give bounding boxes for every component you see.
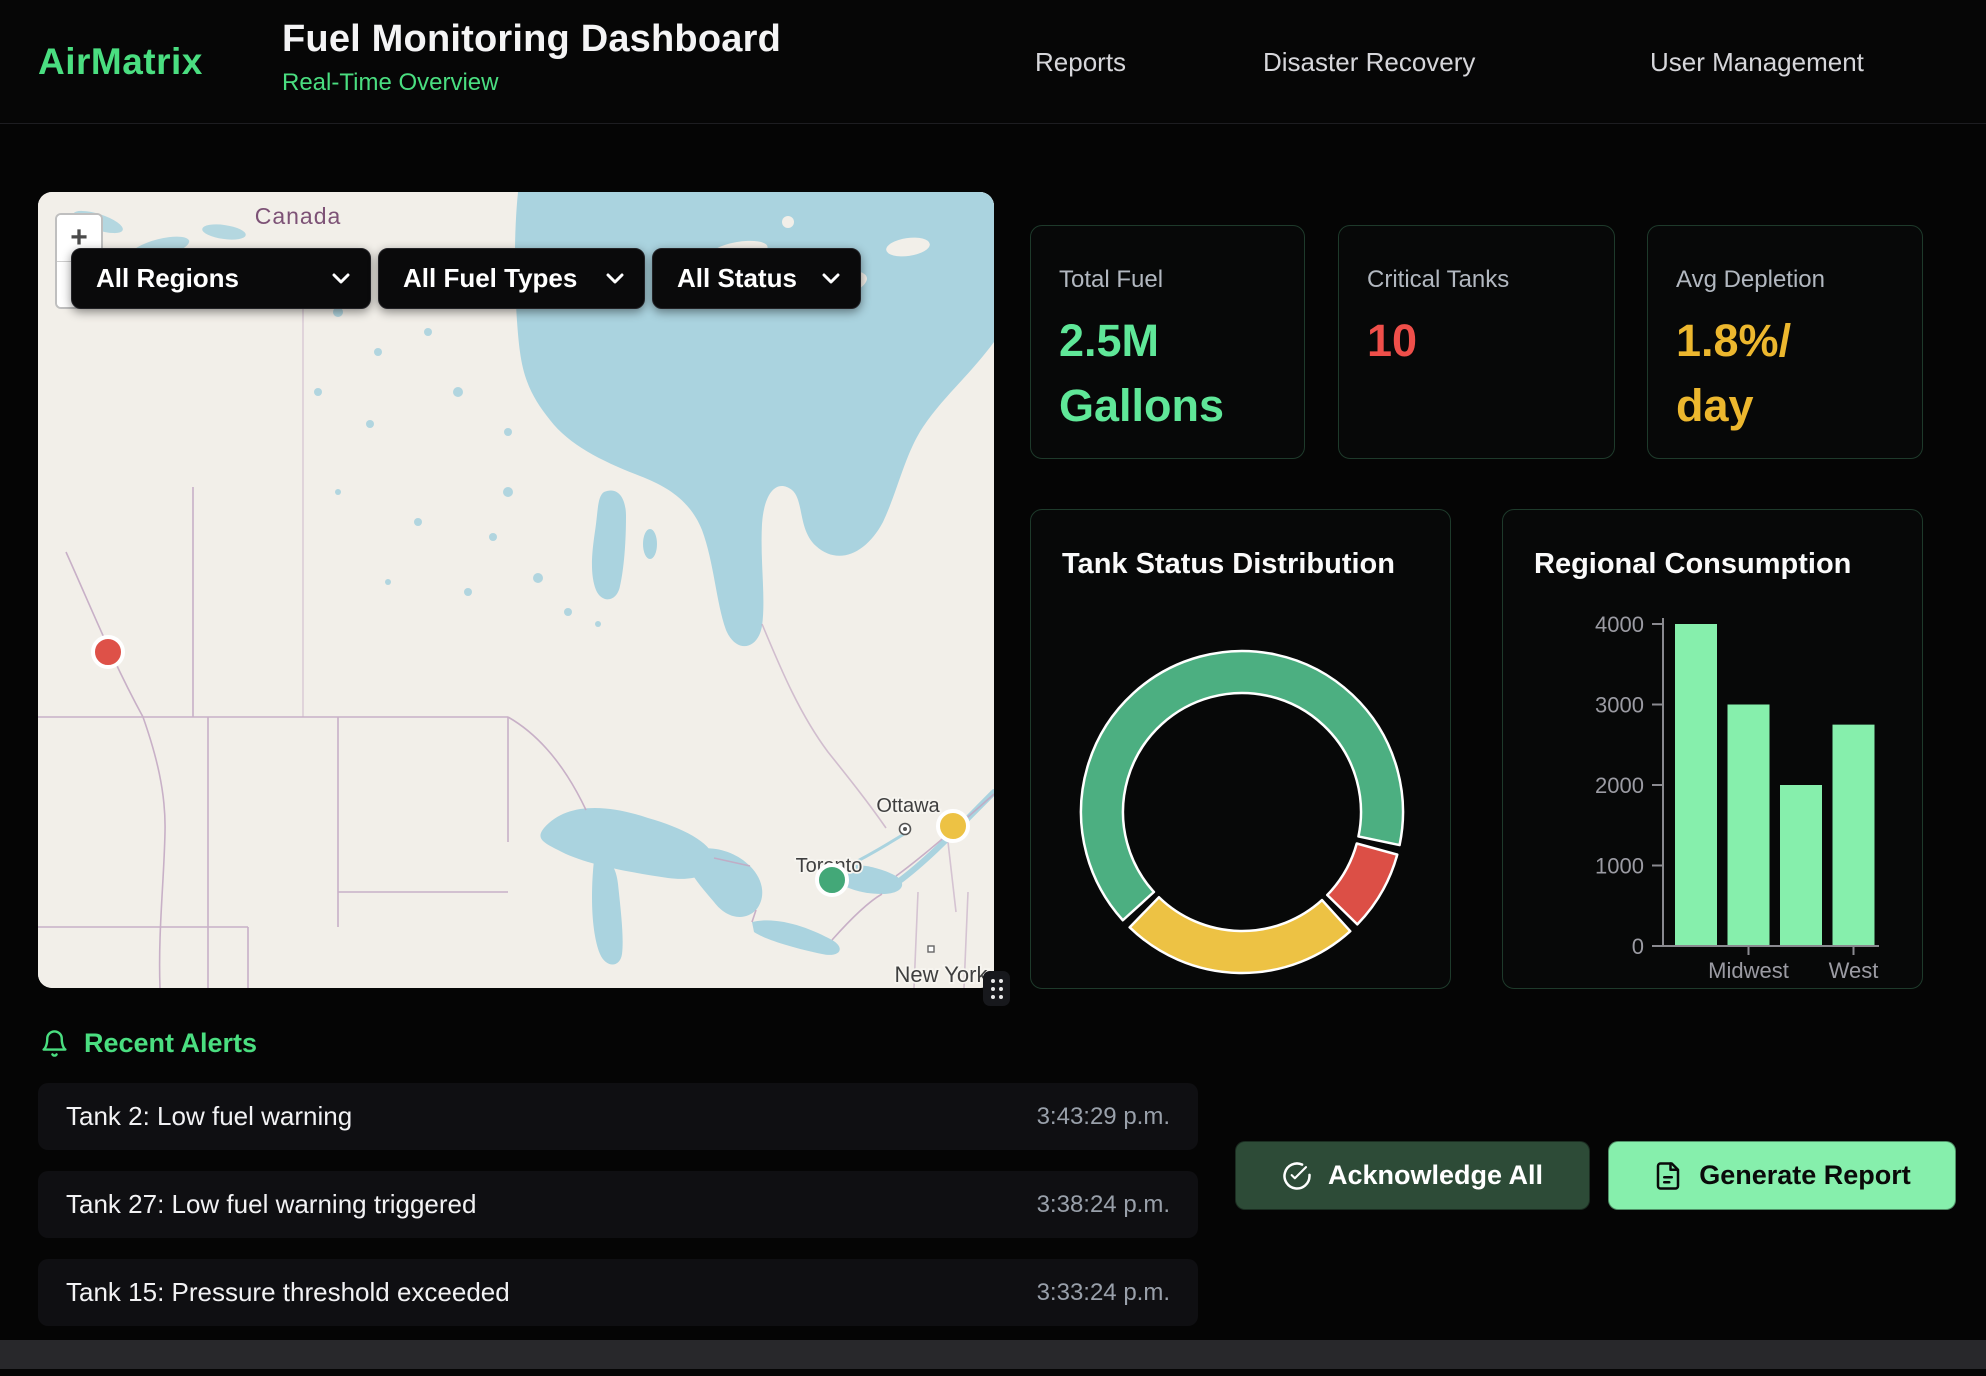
map-marker-normal[interactable] — [817, 865, 847, 895]
fuel-type-filter-select[interactable]: All Fuel Types — [378, 248, 645, 309]
nav-disaster-recovery[interactable]: Disaster Recovery — [1263, 0, 1475, 124]
alert-message: Tank 27: Low fuel warning triggered — [66, 1189, 476, 1220]
alert-message: Tank 15: Pressure threshold exceeded — [66, 1277, 510, 1308]
page-subtitle: Real-Time Overview — [282, 69, 781, 97]
map-panel: Canada Ottawa Toronto New York + − All R… — [38, 192, 994, 988]
app-header: AirMatrix Fuel Monitoring Dashboard Real… — [0, 0, 1986, 124]
donut-segment-critical — [1327, 844, 1397, 925]
bar-xtick-label: Midwest — [1708, 958, 1789, 983]
alert-message: Tank 2: Low fuel warning — [66, 1101, 352, 1132]
kpi-value: 10 — [1367, 308, 1545, 373]
title-block: Fuel Monitoring Dashboard Real-Time Over… — [282, 18, 781, 97]
check-circle-icon — [1282, 1161, 1312, 1191]
kpi-value: 1.8%/​day — [1676, 308, 1854, 439]
regional-consumption-chart-card: Regional Consumption 01000200030004000Mi… — [1502, 509, 1923, 989]
newyork-town-dot — [928, 946, 934, 952]
kpi-label: Total Fuel — [1059, 266, 1276, 294]
alert-timestamp: 3:33:24 p.m. — [1037, 1279, 1170, 1307]
kpi-value: 2.5M Gallons — [1059, 308, 1237, 439]
status-filter-value: All Status — [677, 263, 797, 294]
kpi-card-critical-tanks: Critical Tanks 10 — [1338, 225, 1615, 459]
map-marker-warning[interactable] — [938, 811, 968, 841]
ottawa-city-dot-core — [903, 827, 907, 831]
alert-row[interactable]: Tank 15: Pressure threshold exceeded 3:3… — [38, 1259, 1198, 1326]
bar-xtick-label: West — [1829, 958, 1879, 983]
horizontal-scrollbar-track[interactable] — [0, 1340, 1986, 1369]
region-filter-select[interactable]: All Regions — [71, 248, 371, 309]
region-filter-value: All Regions — [96, 263, 239, 294]
kpi-card-total-fuel: Total Fuel 2.5M Gallons — [1030, 225, 1305, 459]
map-label-ottawa: Ottawa — [876, 795, 940, 817]
app-logo[interactable]: AirMatrix — [38, 0, 203, 124]
chevron-down-icon — [606, 273, 624, 285]
bar-region-1 — [1728, 705, 1770, 947]
alert-timestamp: 3:43:29 p.m. — [1037, 1103, 1170, 1131]
chevron-down-icon — [332, 273, 350, 285]
bar-region-0 — [1675, 624, 1717, 946]
kpi-card-avg-depletion: Avg Depletion 1.8%/​day — [1647, 225, 1923, 459]
map-label-newyork: New York — [895, 962, 989, 987]
acknowledge-all-button[interactable]: Acknowledge All — [1235, 1141, 1590, 1210]
alerts-header: Recent Alerts — [40, 1028, 257, 1059]
nav-user-management[interactable]: User Management — [1650, 0, 1864, 124]
donut-segment-warning — [1130, 897, 1351, 973]
kpi-label: Avg Depletion — [1676, 266, 1894, 294]
alert-row[interactable]: Tank 27: Low fuel warning triggered 3:38… — [38, 1171, 1198, 1238]
alert-row[interactable]: Tank 2: Low fuel warning 3:43:29 p.m. — [38, 1083, 1198, 1150]
donut-chart — [1031, 510, 1452, 990]
file-text-icon — [1653, 1161, 1683, 1191]
kpi-label: Critical Tanks — [1367, 266, 1586, 294]
bar-ytick-label: 3000 — [1595, 693, 1644, 718]
fuel-monitoring-dashboard: AirMatrix Fuel Monitoring Dashboard Real… — [0, 0, 1986, 1376]
chevron-down-icon — [822, 273, 840, 285]
generate-report-button[interactable]: Generate Report — [1608, 1141, 1956, 1210]
bar-ytick-label: 0 — [1632, 934, 1644, 959]
map-canvas[interactable]: Canada Ottawa Toronto New York — [38, 192, 994, 988]
alerts-title: Recent Alerts — [84, 1028, 257, 1059]
alert-timestamp: 3:38:24 p.m. — [1037, 1191, 1170, 1219]
map-resize-handle[interactable] — [983, 971, 1010, 1006]
bar-ytick-label: 4000 — [1595, 612, 1644, 637]
page-title: Fuel Monitoring Dashboard — [282, 18, 781, 61]
fuel-type-filter-value: All Fuel Types — [403, 263, 577, 294]
acknowledge-all-label: Acknowledge All — [1328, 1160, 1543, 1191]
bar-chart: 0 1000 2000 3000 4000 Midwest West — [1503, 510, 1924, 990]
bar-region-2 — [1780, 785, 1822, 946]
nav-reports[interactable]: Reports — [1035, 0, 1126, 124]
bar-ytick-label: 1000 — [1595, 854, 1644, 879]
status-filter-select[interactable]: All Status — [652, 248, 861, 309]
generate-report-label: Generate Report — [1699, 1160, 1911, 1191]
map-filter-bar: All Regions All Fuel Types All Status — [71, 248, 861, 309]
map-svg: Canada Ottawa Toronto New York — [38, 192, 994, 988]
map-marker-critical[interactable] — [93, 637, 123, 667]
bell-icon — [40, 1029, 69, 1058]
tank-status-chart-card: Tank Status Distribution — [1030, 509, 1451, 989]
bar-region-3 — [1833, 725, 1875, 946]
bar-ytick-label: 2000 — [1595, 773, 1644, 798]
map-label-canada: Canada — [255, 203, 342, 229]
